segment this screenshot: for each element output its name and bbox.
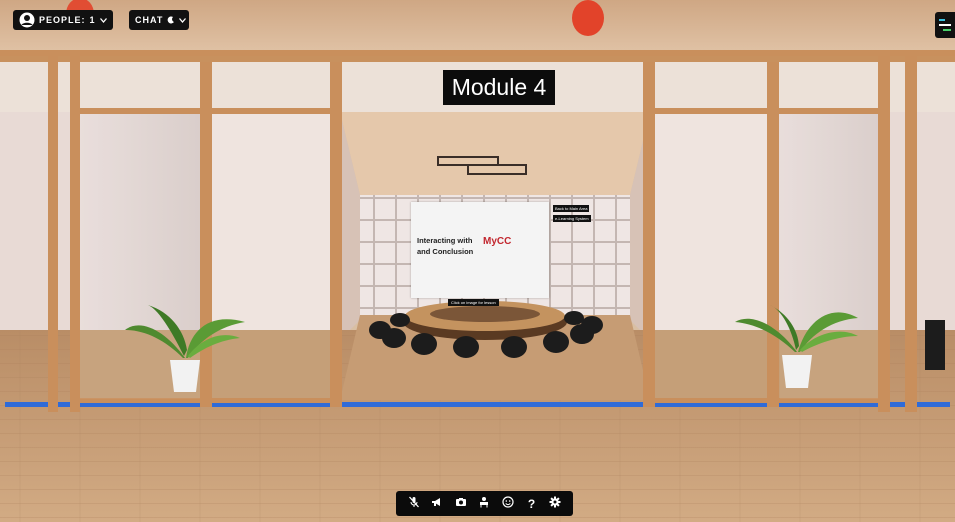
avatar-seat-button[interactable]	[476, 496, 492, 512]
moon-icon	[167, 16, 175, 24]
people-count: 1	[89, 15, 96, 25]
gear-icon	[549, 496, 561, 511]
elearning-system-button[interactable]: e-Learning System	[553, 215, 591, 222]
presentation-screen[interactable]: Interacting with and Conclusion MyCC	[411, 202, 549, 298]
mycc-logo: MyCC	[483, 236, 512, 247]
back-to-main-area-button[interactable]: Back to Main Area	[553, 205, 590, 212]
camera-button[interactable]	[453, 496, 469, 512]
help-button[interactable]: ?	[524, 496, 540, 512]
chevron-down-icon	[179, 17, 187, 23]
lesson-title-line2: and Conclusion	[417, 247, 474, 256]
user-avatar-icon	[19, 12, 35, 28]
chat-label: CHAT	[135, 15, 164, 25]
megaphone-icon	[431, 496, 443, 511]
menu-lines-icon	[935, 19, 955, 42]
click-image-hint[interactable]: Click on image for lesson	[448, 299, 499, 306]
side-menu-button[interactable]	[935, 12, 955, 38]
settings-button[interactable]	[547, 496, 563, 512]
help-icon: ?	[527, 496, 536, 511]
people-dropdown[interactable]: PEOPLE: 1	[13, 10, 113, 30]
chevron-down-icon	[99, 17, 107, 23]
seat-icon	[478, 496, 490, 511]
microphone-off-icon	[408, 496, 420, 511]
people-label: PEOPLE:	[39, 15, 86, 25]
speaker-button[interactable]	[429, 496, 445, 512]
smiley-icon	[502, 496, 514, 511]
camera-icon	[455, 496, 467, 511]
bottom-toolbar: ?	[396, 491, 573, 516]
emoji-button[interactable]	[500, 496, 516, 512]
chat-dropdown[interactable]: CHAT	[129, 10, 189, 30]
mute-microphone-button[interactable]	[406, 496, 422, 512]
module-sign: Module 4	[443, 70, 555, 105]
